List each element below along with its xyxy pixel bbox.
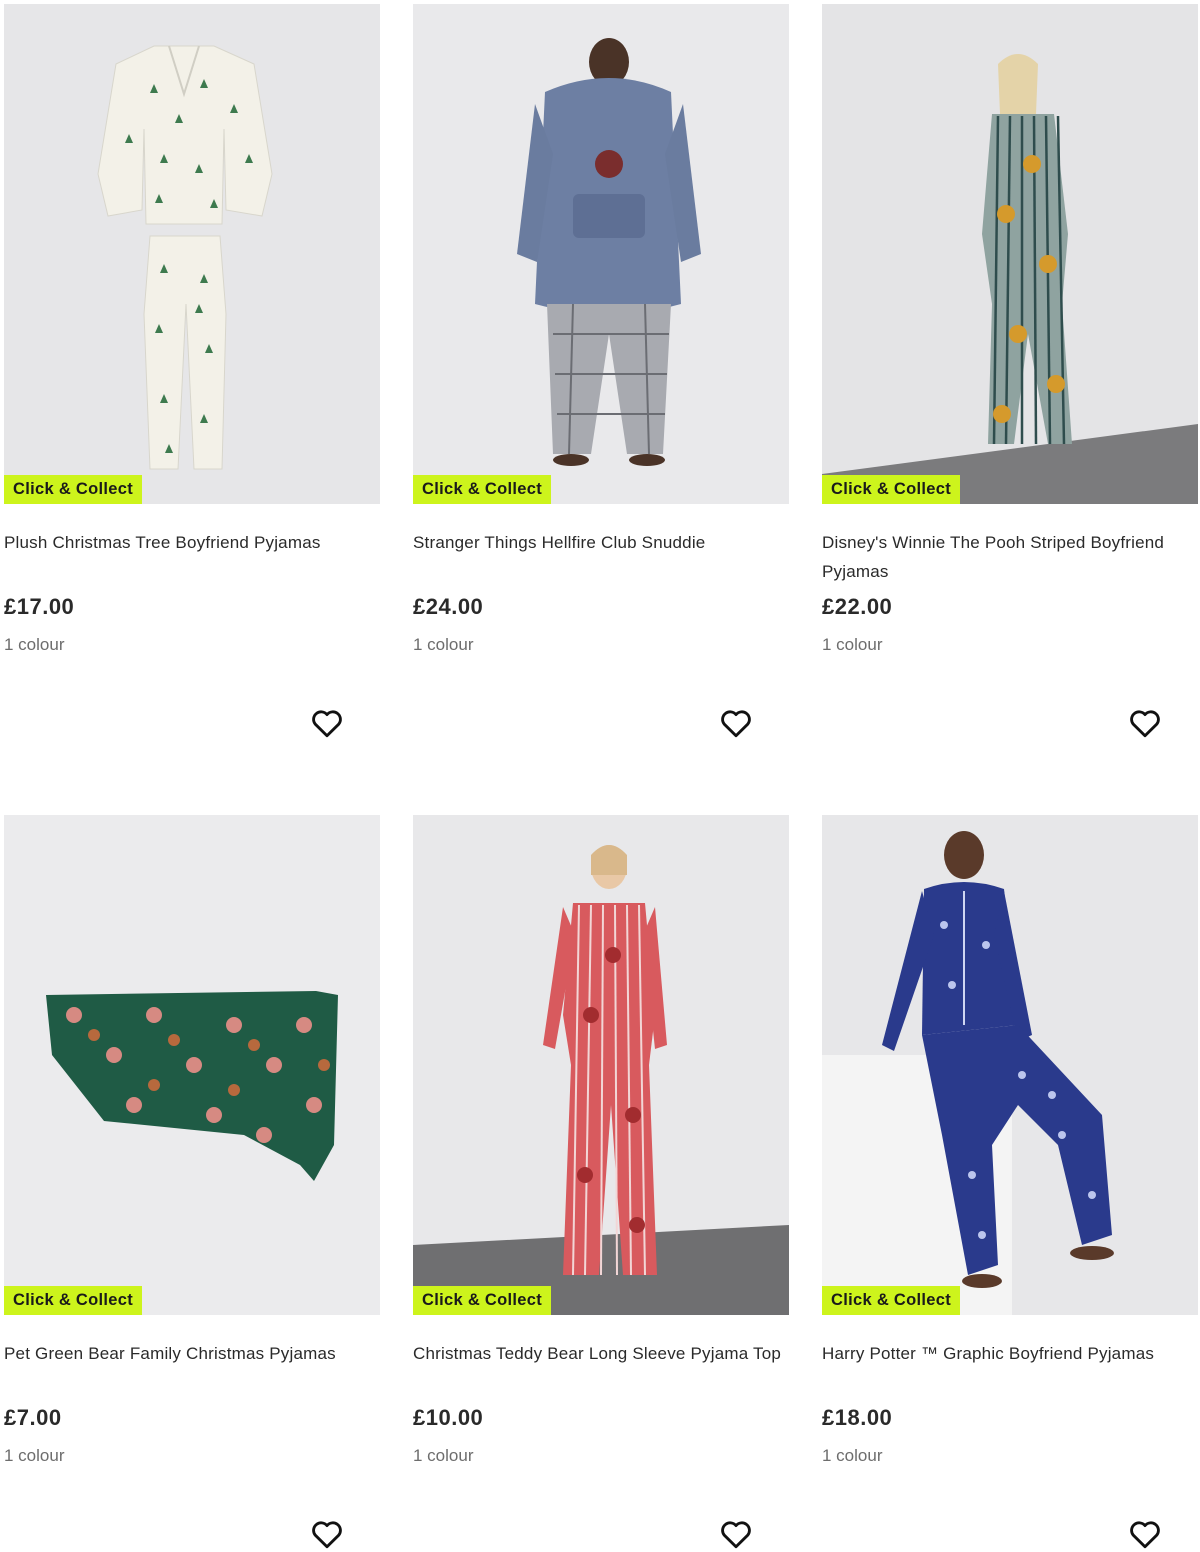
product-image[interactable]: Click & Collect (822, 4, 1198, 504)
heart-outline-icon[interactable] (718, 705, 754, 741)
colour-count: 1 colour (822, 635, 883, 654)
product-price: £7.00 (4, 1405, 62, 1430)
product-price: £22.00 (822, 594, 893, 619)
product-grid: Click & Collect Plush Christmas Tree Boy… (0, 0, 1200, 1552)
colour-count: 1 colour (822, 1446, 883, 1465)
product-image[interactable]: Click & Collect (4, 4, 380, 504)
product-card[interactable]: Click & Collect Christmas Teddy Bear Lon… (413, 815, 789, 1552)
product-card[interactable]: Click & Collect Harry Potter ™ Graphic B… (822, 815, 1198, 1552)
product-title[interactable]: Christmas Teddy Bear Long Sleeve Pyjama … (413, 1339, 789, 1368)
product-card[interactable]: Click & Collect Plush Christmas Tree Boy… (4, 4, 380, 794)
product-title[interactable]: Disney's Winnie The Pooh Striped Boyfrie… (822, 528, 1198, 586)
click-collect-badge: Click & Collect (413, 1286, 552, 1315)
colour-count: 1 colour (413, 635, 474, 654)
product-price: £18.00 (822, 1405, 893, 1430)
product-price: £24.00 (413, 594, 484, 619)
product-price: £17.00 (4, 594, 75, 619)
product-title[interactable]: Harry Potter ™ Graphic Boyfriend Pyjamas (822, 1339, 1198, 1368)
colour-count: 1 colour (4, 1446, 65, 1465)
product-image[interactable]: Click & Collect (413, 4, 789, 504)
product-price: £10.00 (413, 1405, 484, 1430)
product-image[interactable]: Click & Collect (4, 815, 380, 1315)
colour-count: 1 colour (4, 635, 65, 654)
click-collect-badge: Click & Collect (4, 475, 143, 504)
heart-outline-icon[interactable] (1127, 705, 1163, 741)
heart-outline-icon[interactable] (309, 1516, 345, 1552)
product-card[interactable]: Click & Collect Stranger Things Hellfire… (413, 4, 789, 794)
product-image[interactable]: Click & Collect (413, 815, 789, 1315)
product-card[interactable]: Click & Collect Pet Green Bear Family Ch… (4, 815, 380, 1552)
colour-count: 1 colour (413, 1446, 474, 1465)
product-card[interactable]: Click & Collect Disney's Winnie The Pooh… (822, 4, 1198, 794)
product-title[interactable]: Pet Green Bear Family Christmas Pyjamas (4, 1339, 380, 1368)
click-collect-badge: Click & Collect (822, 475, 961, 504)
heart-outline-icon[interactable] (1127, 1516, 1163, 1552)
click-collect-badge: Click & Collect (413, 475, 552, 504)
heart-outline-icon[interactable] (309, 705, 345, 741)
click-collect-badge: Click & Collect (4, 1286, 143, 1315)
click-collect-badge: Click & Collect (822, 1286, 961, 1315)
product-title[interactable]: Stranger Things Hellfire Club Snuddie (413, 528, 789, 557)
product-image[interactable]: Click & Collect (822, 815, 1198, 1315)
heart-outline-icon[interactable] (718, 1516, 754, 1552)
product-title[interactable]: Plush Christmas Tree Boyfriend Pyjamas (4, 528, 380, 557)
